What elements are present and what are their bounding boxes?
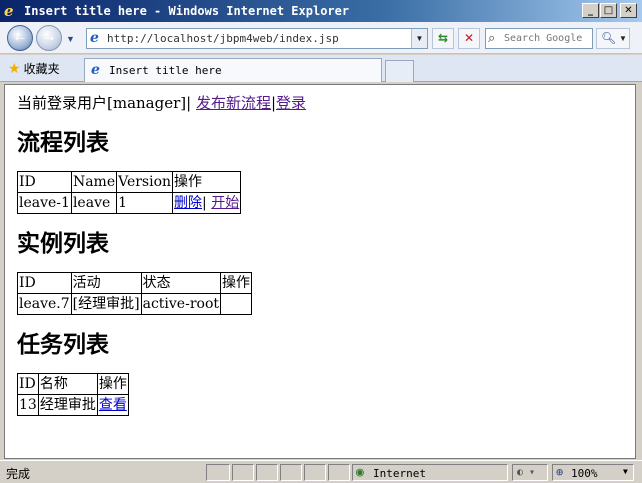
table-header-row: ID 名称 操作 (17, 373, 129, 395)
status-panel (206, 464, 230, 481)
publish-process-link[interactable]: 发布新流程 (196, 94, 271, 112)
task-table: ID 名称 操作 13 经理审批 查看 (17, 373, 129, 416)
protected-mode-button[interactable]: ◐ ▾ (512, 464, 548, 481)
status-panel (328, 464, 350, 481)
table-row: leave-1 leave 1 删除| 开始 (17, 192, 242, 214)
task-actions-cell: 查看 (96, 394, 129, 416)
security-zone[interactable]: ◉ Internet (352, 464, 508, 481)
delete-link[interactable]: 删除 (174, 195, 202, 211)
table-header-row: ID Name Version 操作 (17, 171, 242, 193)
history-dropdown-icon[interactable]: ▼ (66, 34, 75, 44)
column-header: 操作 (220, 272, 253, 294)
status-panel (280, 464, 302, 481)
status-panel (232, 464, 254, 481)
task-id-cell: 13 (17, 394, 39, 416)
forward-button[interactable]: → (36, 25, 62, 51)
separator: | (202, 195, 207, 211)
instance-state-cell: active-root (140, 293, 222, 315)
refresh-icon: ⇆ (437, 31, 449, 45)
tab-label: Insert title here (109, 64, 222, 77)
status-panel (304, 464, 326, 481)
task-name-cell: 经理审批 (37, 394, 98, 416)
current-user-label: 当前登录用户[manager]| (17, 94, 192, 112)
stop-button[interactable]: ✕ (458, 28, 480, 49)
table-row: leave.7 [经理审批] active-root (17, 293, 253, 315)
address-dropdown-icon[interactable]: ▼ (411, 29, 427, 48)
window-title: Insert title here - Windows Internet Exp… (24, 4, 350, 18)
zoom-level: 100% (571, 467, 598, 480)
column-header: 活动 (70, 272, 142, 294)
favorites-button[interactable]: ★ 收藏夹 (8, 60, 60, 78)
back-button[interactable]: ← (7, 25, 33, 51)
search-icon: 🔍︎ (601, 31, 617, 45)
page-content: 当前登录用户[manager]| 发布新流程|登录 流程列表 ID Name V… (4, 84, 636, 459)
forward-arrow-icon: → (41, 28, 57, 45)
star-icon: ★ (8, 61, 21, 77)
column-header: ID (17, 171, 72, 193)
user-line: 当前登录用户[manager]| 发布新流程|登录 (17, 93, 623, 113)
instance-list-heading: 实例列表 (17, 230, 109, 257)
status-bar: 完成 ◉ Internet ◐ ▾ ⊕ 100% ▼ (0, 460, 642, 483)
refresh-button[interactable]: ⇆ (432, 28, 454, 49)
zoom-icon: ⊕ (556, 465, 564, 479)
stop-icon: ✕ (463, 31, 475, 45)
view-link[interactable]: 查看 (99, 397, 127, 413)
status-panel (256, 464, 278, 481)
table-header-row: ID 活动 状态 操作 (17, 272, 253, 294)
maximize-button[interactable]: □ (600, 3, 617, 18)
tab-active[interactable]: e Insert title here (84, 58, 382, 82)
column-header: 操作 (96, 373, 129, 395)
instance-activity-cell: [经理审批] (70, 293, 142, 315)
table-row: 13 经理审批 查看 (17, 394, 129, 416)
start-link[interactable]: 开始 (211, 195, 239, 211)
process-table: ID Name Version 操作 leave-1 leave 1 删除| 开… (17, 171, 242, 214)
column-header: Name (70, 171, 118, 193)
zone-label: Internet (373, 467, 426, 480)
address-bar[interactable]: e ▼ (86, 28, 428, 49)
search-input[interactable] (504, 30, 590, 47)
process-list-heading: 流程列表 (17, 129, 109, 156)
page-icon: e (90, 30, 99, 46)
back-arrow-icon: ← (12, 28, 28, 45)
instance-actions-cell (220, 293, 253, 315)
zoom-control[interactable]: ⊕ 100% ▼ (552, 464, 634, 481)
zoom-dropdown-icon[interactable]: ▼ (623, 467, 628, 476)
login-link[interactable]: 登录 (276, 94, 306, 112)
search-button[interactable]: 🔍︎ ▼ (596, 28, 630, 49)
column-header: Version (116, 171, 174, 193)
status-text: 完成 (6, 467, 31, 481)
column-header: 状态 (140, 272, 222, 294)
search-options-dropdown-icon[interactable]: ▼ (619, 29, 627, 48)
process-name-cell: leave (70, 192, 118, 214)
column-header: ID (17, 272, 72, 294)
process-actions-cell: 删除| 开始 (172, 192, 242, 214)
process-version-cell: 1 (116, 192, 174, 214)
globe-icon: ◉ (356, 465, 364, 480)
column-header: ID (17, 373, 39, 395)
search-box[interactable]: ⌕ (485, 28, 593, 49)
address-input[interactable] (107, 30, 407, 47)
minimize-button[interactable]: _ (582, 3, 599, 18)
window-title-bar[interactable]: e Insert title here - Windows Internet E… (0, 0, 642, 22)
close-button[interactable]: ✕ (620, 3, 637, 18)
task-list-heading: 任务列表 (17, 331, 109, 358)
ie-logo-icon: e (4, 2, 14, 20)
tab-page-icon: e (91, 62, 100, 78)
search-provider-icon: ⌕ (488, 30, 496, 45)
favorites-label: 收藏夹 (23, 62, 60, 76)
navigation-toolbar: ← → ▼ e ▼ ⇆ ✕ ⌕ 🔍︎ ▼ (0, 22, 642, 54)
instance-id-cell: leave.7 (17, 293, 72, 315)
process-id-cell: leave-1 (17, 192, 72, 214)
new-tab-button[interactable] (385, 60, 414, 82)
column-header: 操作 (172, 171, 242, 193)
tab-bar: ★ 收藏夹 e Insert title here (0, 55, 642, 82)
instance-table: ID 活动 状态 操作 leave.7 [经理审批] active-root (17, 272, 253, 315)
column-header: 名称 (37, 373, 98, 395)
